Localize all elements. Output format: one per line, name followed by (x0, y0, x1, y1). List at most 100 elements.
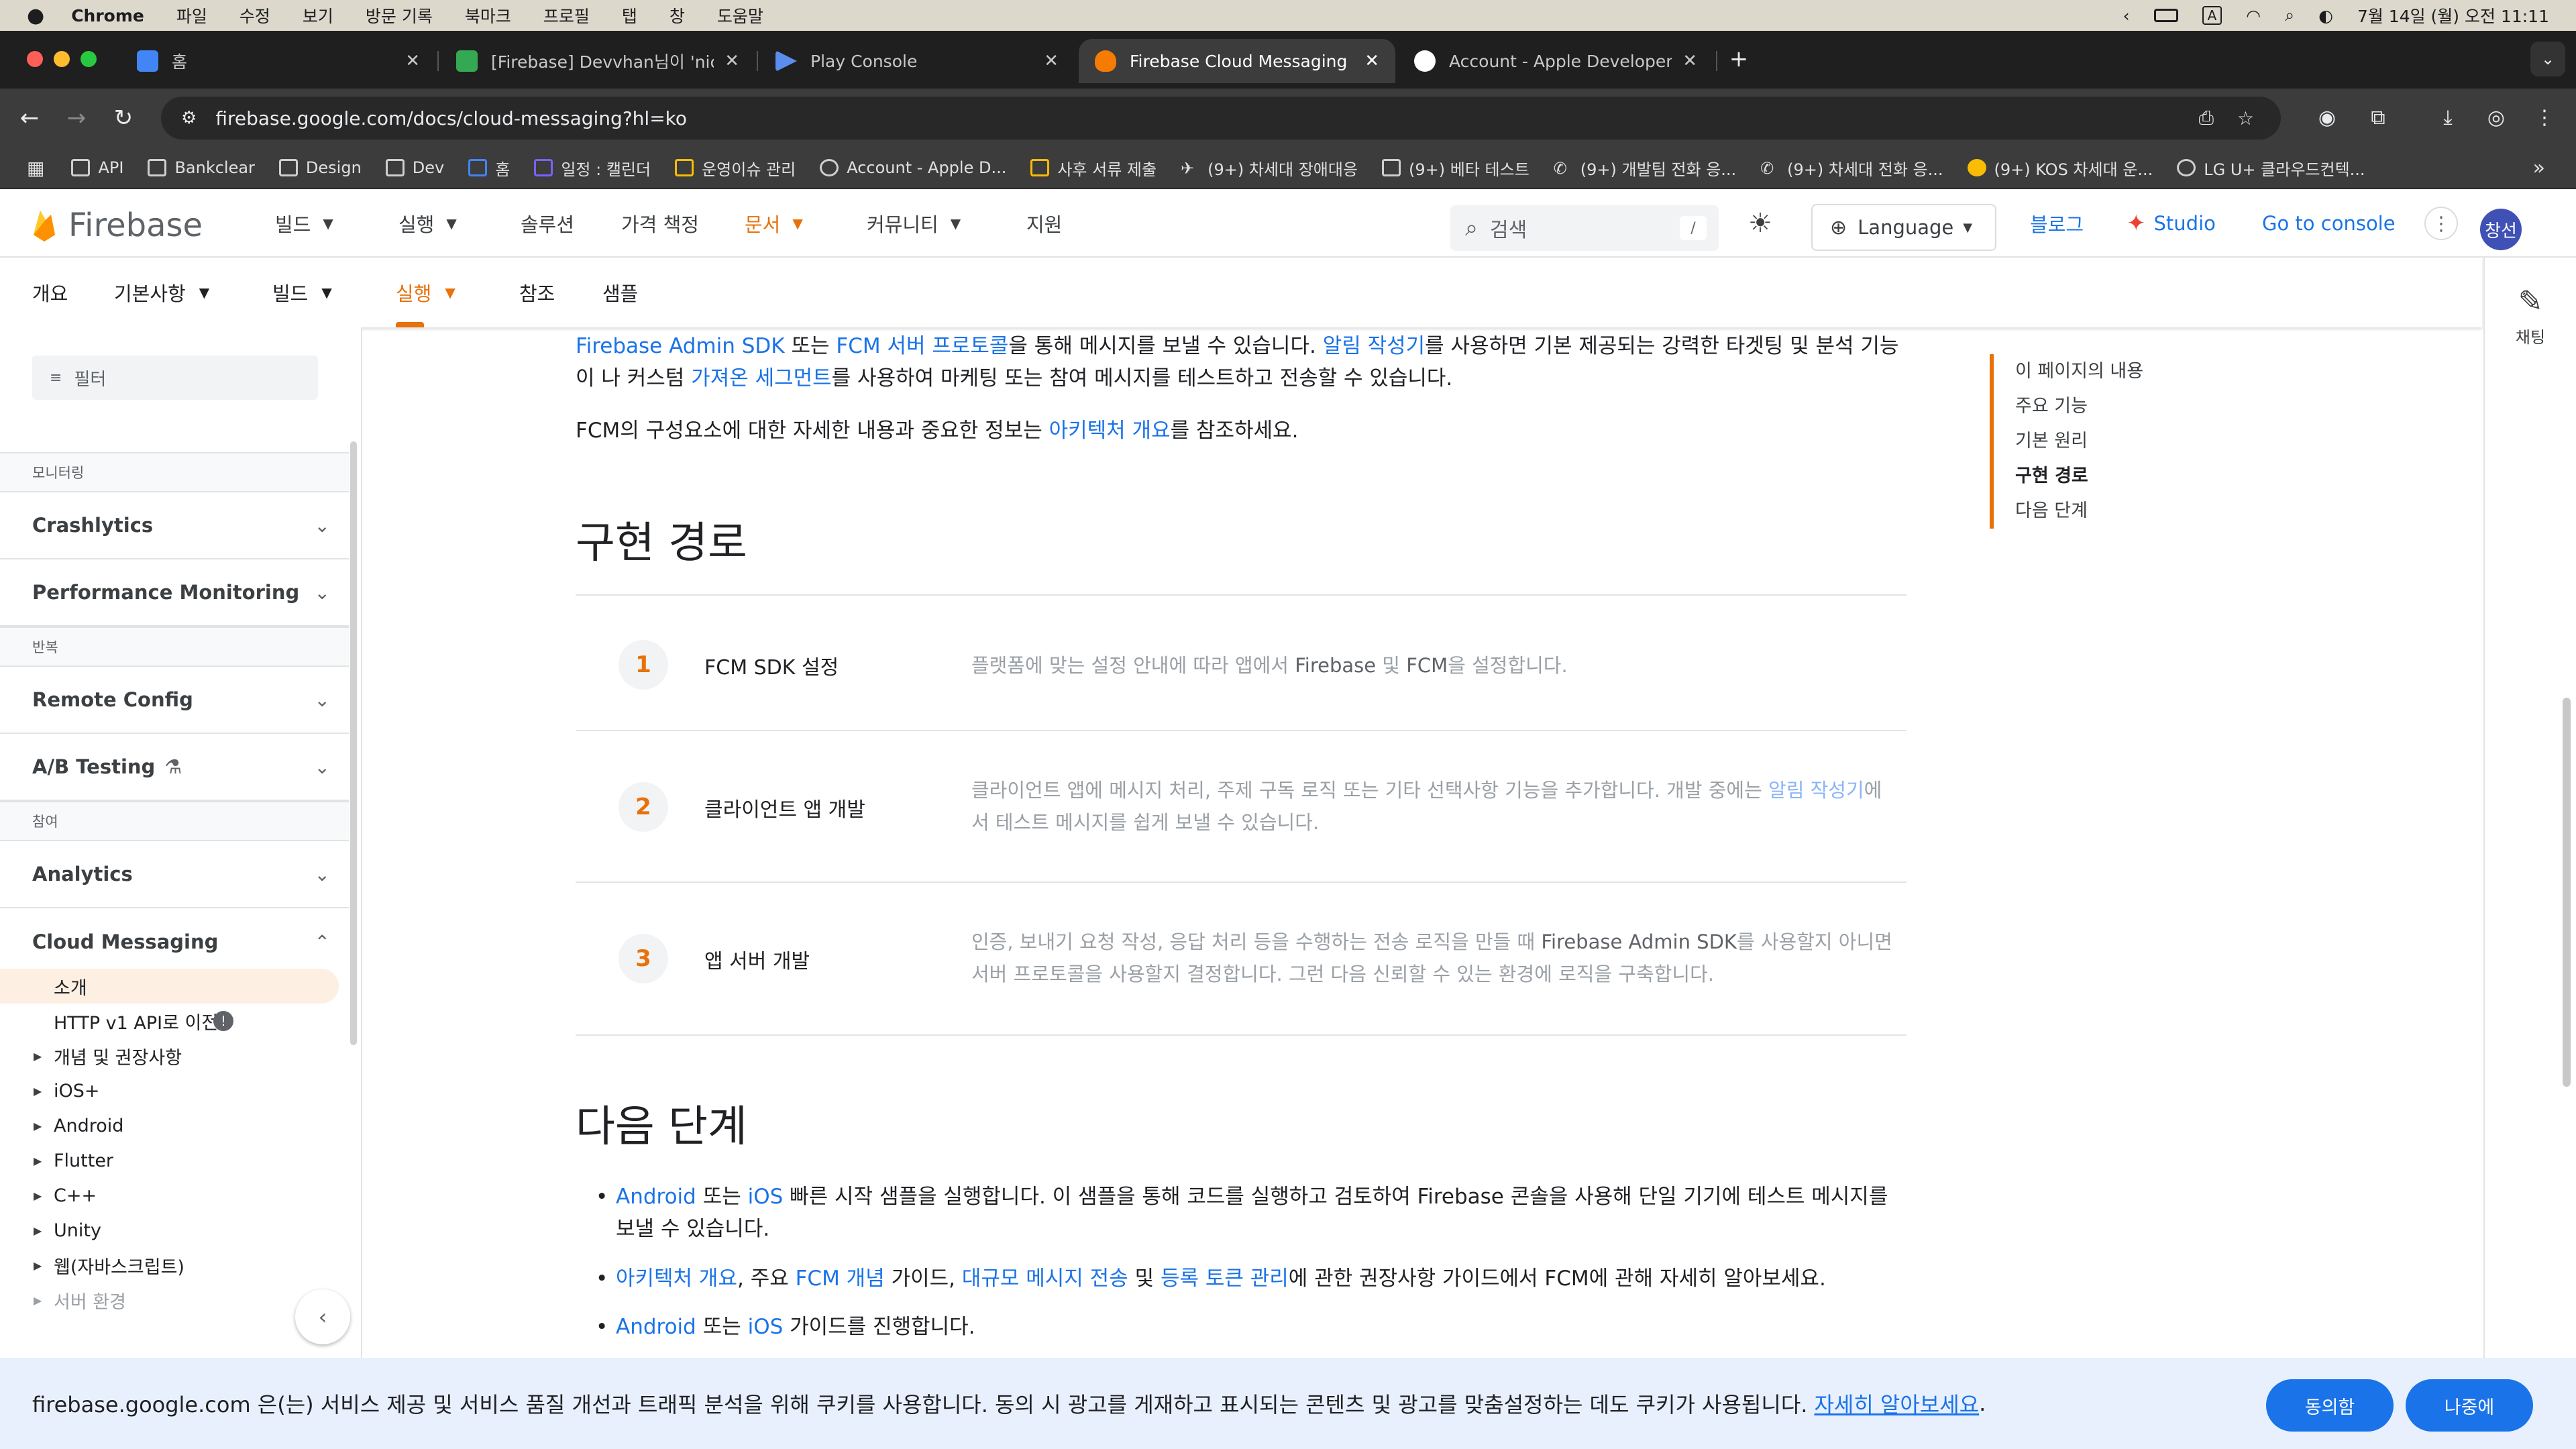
topnav-community[interactable]: 커뮤니티 ▼ (867, 189, 961, 258)
battery-icon[interactable] (2153, 9, 2178, 22)
back-arrow-icon[interactable]: ← (12, 101, 47, 136)
nav-performance-monitoring[interactable]: Performance Monitoring ⌄ (0, 559, 349, 627)
site-info-icon[interactable]: ⚙ (181, 108, 197, 128)
window-minimize-icon[interactable] (54, 51, 70, 67)
bookmark-star-icon[interactable]: ☆ (2237, 107, 2254, 129)
nav-leaf-cpp[interactable]: ▶ C++ (0, 1178, 349, 1213)
bookmark-ops-issues[interactable]: 운영이슈 관리 (675, 156, 796, 180)
toc-item-next-steps[interactable]: 다음 단계 (2015, 494, 2325, 529)
collapse-sidebar-button[interactable]: ‹ (295, 1289, 350, 1344)
wifi-icon[interactable]: ◠ (2246, 6, 2261, 25)
menu-app-chrome[interactable]: Chrome (71, 6, 144, 25)
close-icon[interactable]: ✕ (1044, 51, 1059, 71)
search-input[interactable]: ⌕ 검색 / (1450, 205, 1719, 251)
menu-tab[interactable]: 탭 (622, 3, 637, 28)
ios-link[interactable]: iOS (748, 1185, 784, 1209)
bookmark-folder-bankclear[interactable]: Bankclear (148, 158, 255, 177)
topnav-support[interactable]: 지원 (1026, 189, 1062, 258)
topnav-pricing[interactable]: 가격 책정 (621, 189, 699, 258)
nav-leaf-web[interactable]: ▶ 웹(자바스크립트) (0, 1248, 349, 1283)
admin-sdk-link[interactable]: Firebase Admin SDK (576, 334, 785, 358)
profile-icon[interactable]: ◎ (2481, 102, 2512, 133)
input-source-icon[interactable]: A (2202, 6, 2222, 25)
language-selector[interactable]: ⊕ Language ▼ (1811, 204, 1996, 251)
camera-icon[interactable]: ◉ (2312, 102, 2343, 133)
more-vert-icon[interactable]: ⋮ (2424, 207, 2458, 240)
bookmark-folder-design[interactable]: Design (278, 158, 362, 177)
imported-segments-link[interactable]: 가져온 세그먼트 (691, 366, 832, 390)
tab-reference[interactable]: 참조 (519, 258, 555, 327)
nav-remote-config[interactable]: Remote Config ⌄ (0, 667, 349, 734)
bookmark-calendar[interactable]: 일정 : 캘린더 (534, 156, 651, 180)
forward-arrow-icon[interactable]: → (59, 101, 94, 136)
later-button[interactable]: 나중에 (2406, 1379, 2533, 1432)
apps-grid-icon[interactable]: ▦ (27, 157, 44, 179)
bookmark-dev-phone[interactable]: ✆ (9+) 개발팀 전화 응... (1554, 156, 1736, 180)
more-bookmarks-chevron-icon[interactable]: » (2533, 156, 2545, 180)
bookmark-kos[interactable]: (9+) KOS 차세대 운... (1967, 156, 2153, 180)
nav-cloud-messaging[interactable]: Cloud Messaging ⌃ (0, 908, 349, 975)
tab-overview[interactable]: 개요 (32, 258, 68, 327)
window-zoom-icon[interactable] (80, 51, 97, 67)
menu-window[interactable]: 창 (669, 3, 685, 28)
close-icon[interactable]: ✕ (1364, 51, 1379, 71)
notifications-composer-link[interactable]: 알림 작성기 (1768, 779, 1864, 802)
spotlight-search-icon[interactable]: ⌕ (2285, 5, 2294, 25)
server-protocol-link[interactable]: FCM 서버 프로토콜 (836, 334, 1008, 358)
bookmark-apple-account[interactable]: Account - Apple D... (820, 158, 1006, 177)
android-link[interactable]: Android (616, 1185, 696, 1209)
topnav-docs[interactable]: 문서 ▼ (745, 189, 803, 258)
menu-help[interactable]: 도움말 (717, 3, 763, 28)
chat-button[interactable]: ✎ 채팅 (2485, 284, 2576, 347)
bookmark-folder-dev[interactable]: Dev (385, 158, 444, 177)
extensions-puzzle-icon[interactable]: ⧉ (2363, 102, 2394, 133)
chevron-left-icon[interactable]: ‹ (2123, 6, 2130, 25)
nav-crashlytics[interactable]: Crashlytics ⌄ (0, 492, 349, 559)
bookmark-incident[interactable]: ✈ (9+) 차세대 장애대응 (1181, 156, 1358, 180)
manage-tokens-link[interactable]: 등록 토큰 관리 (1161, 1267, 1289, 1291)
install-app-icon[interactable]: ⎙ (2199, 107, 2214, 129)
blog-link[interactable]: 블로그 (2030, 189, 2084, 258)
theme-toggle-sun-icon[interactable]: ☀ (1748, 189, 1772, 258)
tab-run[interactable]: 실행 ▼ (396, 258, 455, 327)
notifications-composer-link[interactable]: 알림 작성기 (1323, 334, 1425, 358)
browser-tab-firebase-mail[interactable]: [Firebase] Devvhan님이 'nice- ✕ (440, 39, 755, 83)
address-bar[interactable]: ⚙ firebase.google.com/docs/cloud-messagi… (161, 97, 2281, 140)
fcm-concepts-link[interactable]: FCM 개념 (796, 1267, 885, 1291)
more-menu-icon[interactable]: ⋮ (2529, 102, 2560, 133)
close-icon[interactable]: ✕ (1682, 51, 1697, 71)
apple-icon[interactable]: ● (27, 4, 44, 28)
nav-ab-testing[interactable]: A/B Testing ⚗ ⌄ (0, 734, 349, 801)
browser-tab-fcm[interactable]: Firebase Cloud Messaging ✕ (1079, 39, 1395, 83)
bookmark-post-docs[interactable]: 사후 서류 제출 (1030, 156, 1157, 180)
topnav-solutions[interactable]: 솔루션 (521, 189, 574, 258)
nav-leaf-concepts[interactable]: ▶ 개념 및 권장사항 (0, 1038, 349, 1073)
nav-analytics[interactable]: Analytics ⌄ (0, 841, 349, 908)
reload-icon[interactable]: ↻ (106, 101, 141, 136)
tab-samples[interactable]: 샘플 (602, 258, 638, 327)
window-close-icon[interactable] (27, 51, 43, 67)
menubar-clock[interactable]: 7월 14일 (월) 오전 11:11 (2357, 3, 2549, 28)
close-icon[interactable]: ✕ (405, 51, 420, 71)
menu-history[interactable]: 방문 기록 (366, 3, 433, 28)
browser-tab-play-console[interactable]: Play Console ✕ (759, 39, 1075, 83)
bookmark-beta-test[interactable]: (9+) 베타 테스트 (1382, 156, 1529, 180)
nav-leaf-flutter[interactable]: ▶ Flutter (0, 1143, 349, 1178)
ios-link[interactable]: iOS (748, 1315, 784, 1339)
menu-edit[interactable]: 수정 (239, 3, 270, 28)
agree-button[interactable]: 동의함 (2266, 1379, 2394, 1432)
menu-profile[interactable]: 프로필 (543, 3, 590, 28)
close-icon[interactable]: ✕ (724, 51, 739, 71)
avatar[interactable]: 창선 (2480, 209, 2522, 250)
browser-tab-apple-developer[interactable]: Account - Apple Developer ✕ (1398, 39, 1713, 83)
nav-leaf-ios[interactable]: ▶ iOS+ (0, 1073, 349, 1108)
topnav-build[interactable]: 빌드 ▼ (275, 189, 333, 258)
sending-at-scale-link[interactable]: 대규모 메시지 전송 (962, 1267, 1128, 1291)
nav-leaf-http-v1-migration[interactable]: HTTP v1 API로 이전! (0, 1004, 349, 1038)
nav-leaf-unity[interactable]: ▶ Unity (0, 1213, 349, 1248)
topnav-run[interactable]: 실행 ▼ (398, 189, 457, 258)
menu-view[interactable]: 보기 (303, 3, 333, 28)
browser-tab-home[interactable]: 홈 ✕ (121, 39, 436, 83)
toc-item-implementation-path[interactable]: 구현 경로 (2015, 459, 2325, 494)
control-center-icon[interactable]: ◐ (2318, 6, 2333, 25)
